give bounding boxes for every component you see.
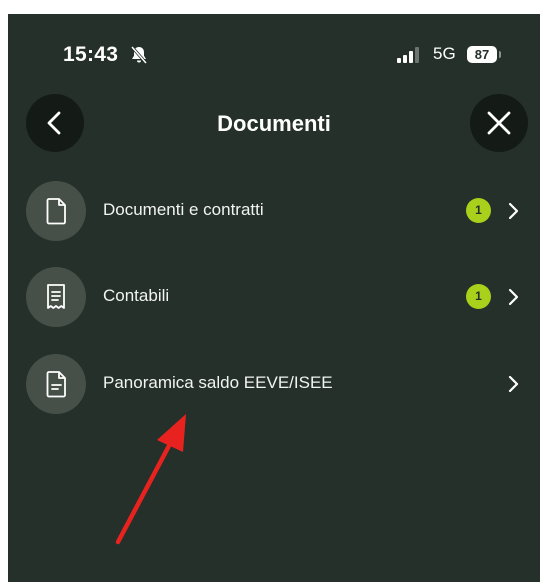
annotation-arrow-icon (115, 414, 186, 545)
